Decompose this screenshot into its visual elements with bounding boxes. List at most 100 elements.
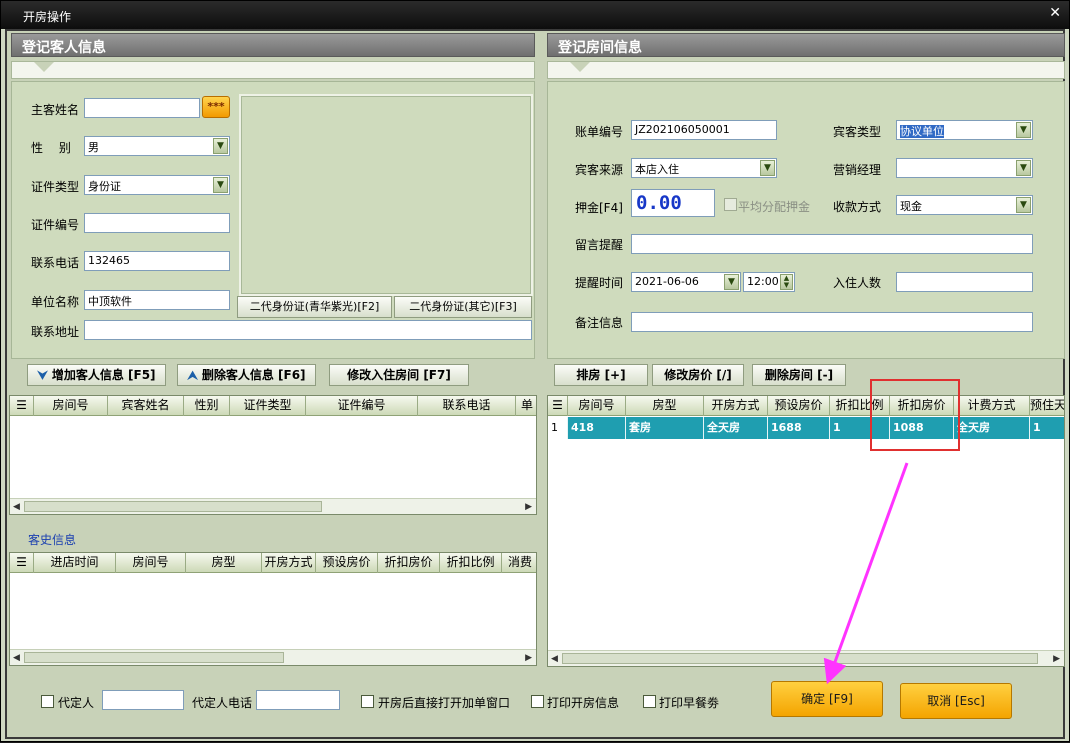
col-billing-mode[interactable]: 计费方式 [954,396,1030,416]
history-grid[interactable]: ☰ 进店时间 房间号 房型 开房方式 预设房价 折扣房价 折扣比例 消费 ◀ ▶ [9,552,537,666]
chevron-down-icon[interactable]: ▼ [760,160,775,176]
col-id-type[interactable]: 证件类型 [230,396,306,416]
col-room-no[interactable]: 房间号 [34,396,108,416]
guest-lookup-button[interactable]: *** [202,96,230,118]
chevron-down-icon[interactable]: ▼ [1016,197,1031,213]
col-discount-ratio[interactable]: 折扣比例 [440,553,502,573]
sales-select[interactable]: ▼ [896,158,1033,178]
col-open-mode[interactable]: 开房方式 [704,396,768,416]
company-input[interactable]: 中顶软件 [84,290,230,310]
table-row[interactable]: 1 418 套房 全天房 1688 1 1088 全天房 1 [548,417,1064,439]
id-type-select[interactable]: 身份证 ▼ [84,175,230,195]
print-breakfast-checkbox[interactable] [643,695,656,708]
chevron-down-icon[interactable]: ▼ [1016,122,1031,138]
room-grid-scrollbar[interactable]: ◀ ▶ [548,650,1064,666]
scroll-right-icon[interactable]: ▶ [1053,654,1060,664]
agent-phone-input[interactable] [256,690,340,710]
address-input[interactable] [84,320,532,340]
cancel-button[interactable]: 取消 [Esc] [900,683,1012,719]
spinner-icon[interactable]: ▲ ▼ [780,274,793,290]
history-grid-header: ☰ 进店时间 房间号 房型 开房方式 预设房价 折扣房价 折扣比例 消费 [10,553,536,573]
split-deposit-checkbox[interactable] [724,198,737,211]
remind-time-spinner[interactable]: 12:00 ▲ ▼ [743,272,795,292]
scroll-right-icon[interactable]: ▶ [525,653,532,663]
scroll-left-icon[interactable]: ◀ [551,654,558,664]
bill-no-input[interactable]: JZ202106050001 [631,120,777,140]
col-room-no[interactable]: 房间号 [116,553,186,573]
id-number-input[interactable] [84,213,230,233]
agent-input[interactable] [102,690,184,710]
scroll-left-icon[interactable]: ◀ [13,653,20,663]
guest-grid[interactable]: ☰ 房间号 宾客姓名 性别 证件类型 证件编号 联系电话 单 ◀ ▶ [9,395,537,515]
id-type-label: 证件类型 [31,180,80,194]
history-title: 客史信息 [28,533,77,547]
scroll-right-icon[interactable]: ▶ [525,502,532,512]
delete-room-button[interactable]: 删除房间 [-] [752,364,846,386]
guest-name-input[interactable] [84,98,200,118]
arrange-room-button[interactable]: 排房 [+] [554,364,648,386]
deposit-input[interactable]: 0.00 [631,189,715,217]
col-phone[interactable]: 联系电话 [418,396,516,416]
menu-icon[interactable]: ☰ [10,396,34,416]
cell-preset-price[interactable]: 1688 [768,417,830,439]
agent-checkbox[interactable] [41,695,54,708]
col-guest-name[interactable]: 宾客姓名 [108,396,184,416]
id-no-label: 证件编号 [31,218,80,232]
cell-billing-mode[interactable]: 全天房 [954,417,1030,439]
col-room-type[interactable]: 房型 [626,396,704,416]
chevron-down-icon[interactable]: ▼ [724,274,739,290]
ok-button[interactable]: 确定 [F9] [771,681,883,717]
col-room-no[interactable]: 房间号 [568,396,626,416]
modify-room-button[interactable]: 修改入住房间 [F7] [329,364,469,386]
col-discount-price[interactable]: 折扣房价 [378,553,440,573]
col-gender[interactable]: 性别 [184,396,230,416]
remind-date-select[interactable]: 2021-06-06 ▼ [631,272,741,292]
add-guest-button[interactable]: ⮟ 增加客人信息 [F5] [27,364,166,386]
guest-panel-tab [11,61,535,79]
payment-select[interactable]: 现金 ▼ [896,195,1033,215]
menu-icon[interactable]: ☰ [548,396,568,416]
chevron-down-icon[interactable]: ▼ [213,177,228,193]
guest-grid-scrollbar[interactable]: ◀ ▶ [10,498,536,514]
remark-input[interactable] [631,312,1033,332]
col-room-type[interactable]: 房型 [186,553,262,573]
guest-grid-header: ☰ 房间号 宾客姓名 性别 证件类型 证件编号 联系电话 单 [10,396,536,416]
cell-open-mode[interactable]: 全天房 [704,417,768,439]
guest-type-select[interactable]: 协议单位 ▼ [896,120,1033,140]
guest-count-input[interactable] [896,272,1033,292]
col-preset-price[interactable]: 预设房价 [316,553,378,573]
cell-stay-days[interactable]: 1 [1030,417,1064,439]
id-reader-other-button[interactable]: 二代身份证(其它)[F3] [394,296,532,318]
cell-room-type[interactable]: 套房 [626,417,704,439]
scroll-thumb[interactable] [562,653,1038,664]
col-stay-days[interactable]: 预住天 [1030,396,1064,416]
delete-guest-button[interactable]: ⮝ 删除客人信息 [F6] [177,364,316,386]
col-company[interactable]: 单 [516,396,536,416]
col-preset-price[interactable]: 预设房价 [768,396,830,416]
print-open-checkbox[interactable] [531,695,544,708]
col-open-mode[interactable]: 开房方式 [262,553,316,573]
col-consumption[interactable]: 消费 [502,553,536,573]
scroll-left-icon[interactable]: ◀ [13,502,20,512]
col-id-no[interactable]: 证件编号 [306,396,418,416]
phone-input[interactable]: 132465 [84,251,230,271]
id-reader-qinghua-button[interactable]: 二代身份证(青华紫光)[F2] [237,296,392,318]
cell-room-no[interactable]: 418 [568,417,626,439]
chevron-down-icon[interactable]: ▼ [1016,160,1031,176]
source-select[interactable]: 本店入住 ▼ [631,158,777,178]
menu-icon[interactable]: ☰ [10,553,34,573]
history-grid-scrollbar[interactable]: ◀ ▶ [10,649,536,665]
remind-time-value: 12:00 [747,275,779,288]
gender-select[interactable]: 男 ▼ [84,136,230,156]
message-input[interactable] [631,234,1033,254]
sales-label: 营销经理 [833,163,882,177]
col-checkin-time[interactable]: 进店时间 [34,553,116,573]
close-icon[interactable]: ✕ [1049,5,1061,21]
guest-photo [239,94,533,296]
scroll-thumb[interactable] [24,652,284,663]
modify-price-button[interactable]: 修改房价 [/] [652,364,744,386]
scroll-thumb[interactable] [24,501,322,512]
open-add-checkbox[interactable] [361,695,374,708]
room-grid[interactable]: ☰ 房间号 房型 开房方式 预设房价 折扣比例 折扣房价 计费方式 预住天 1 … [547,395,1065,667]
chevron-down-icon[interactable]: ▼ [213,138,228,154]
